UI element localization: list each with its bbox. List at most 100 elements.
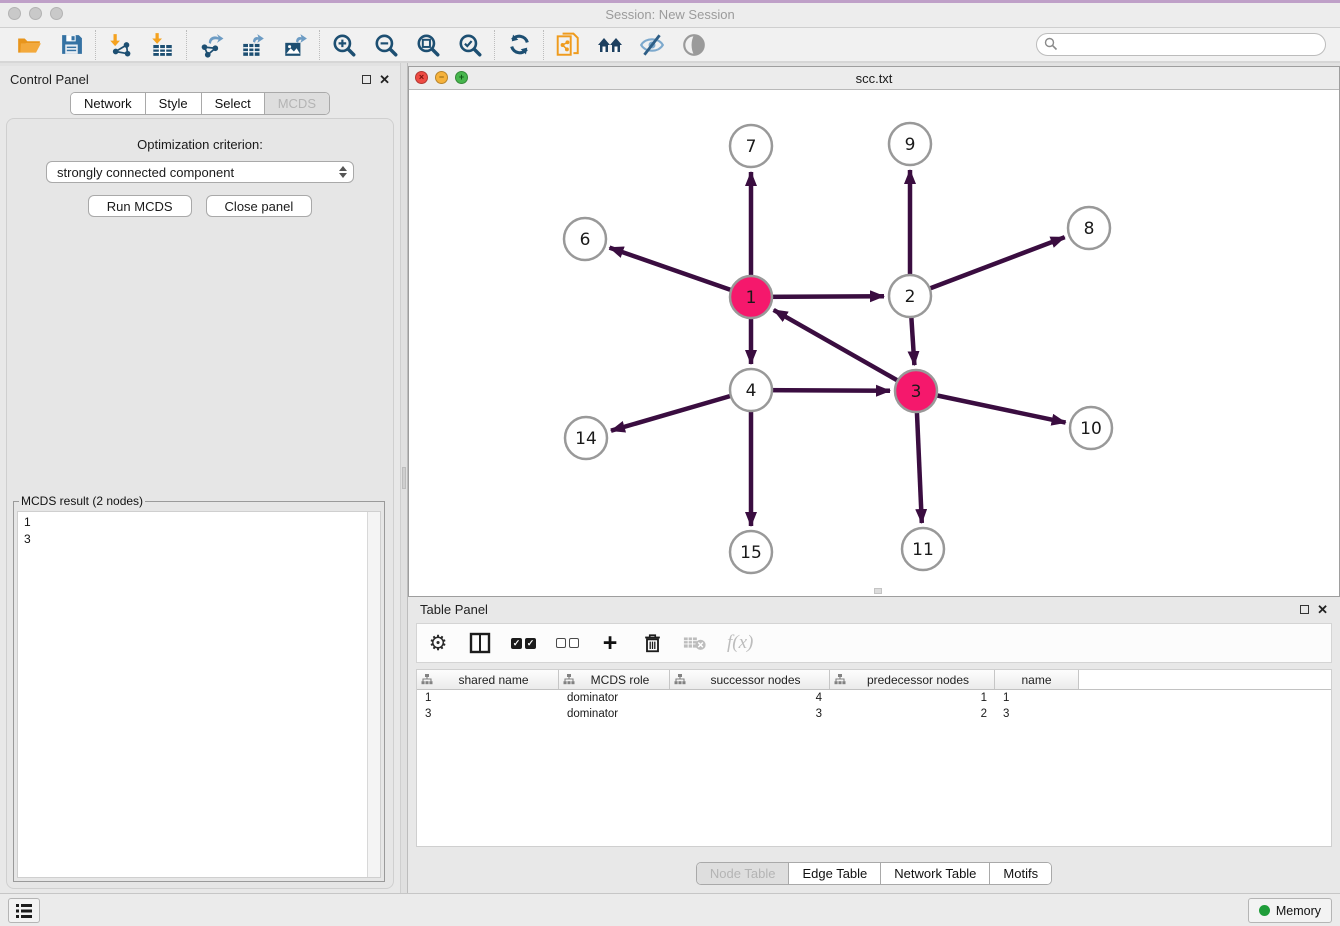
optimization-criterion-dropdown[interactable]: strongly connected component xyxy=(46,161,354,183)
node-label: 15 xyxy=(740,543,762,563)
column-header-label: shared name xyxy=(433,673,554,687)
columns-icon xyxy=(469,632,491,654)
zoom-out-button[interactable] xyxy=(365,30,407,60)
zoom-in-button[interactable] xyxy=(323,30,365,60)
open-session-button[interactable] xyxy=(8,30,50,60)
canvas-grip[interactable] xyxy=(874,588,882,594)
splitter-grip[interactable] xyxy=(402,467,406,489)
table-cell: dominator xyxy=(559,706,670,722)
tab-mcds[interactable]: MCDS xyxy=(264,93,329,114)
export-network-button[interactable] xyxy=(190,30,232,60)
maximize-window-button[interactable] xyxy=(50,7,63,20)
graph-node-2[interactable]: 2 xyxy=(889,275,931,317)
task-history-button[interactable] xyxy=(8,898,40,923)
table-float-icon[interactable] xyxy=(1300,605,1309,614)
checked-box-icon: ✓ xyxy=(525,638,536,649)
delete-column-button[interactable] xyxy=(641,630,663,656)
select-all-columns-button[interactable]: ✓✓ xyxy=(511,630,536,656)
app-titlebar: Session: New Session xyxy=(0,0,1340,28)
graph-node-9[interactable]: 9 xyxy=(889,123,931,165)
task-list-icon xyxy=(15,903,33,919)
minimize-window-button[interactable] xyxy=(29,7,42,20)
gear-icon: ⚙ xyxy=(429,633,448,654)
close-panel-button[interactable]: Close panel xyxy=(206,195,313,217)
column-header-successor-nodes[interactable]: successor nodes xyxy=(670,670,830,689)
add-column-button[interactable]: + xyxy=(599,630,621,656)
table-row[interactable]: 3dominator323 xyxy=(417,706,1331,722)
import-network-button[interactable] xyxy=(99,30,141,60)
show-graphics-details-button[interactable] xyxy=(673,30,715,60)
search-input[interactable] xyxy=(1036,33,1326,56)
table-settings-button[interactable]: ⚙ xyxy=(427,630,449,656)
tab-motifs[interactable]: Motifs xyxy=(989,863,1051,884)
optimization-criterion-label: Optimization criterion: xyxy=(7,137,393,152)
result-scrollbar[interactable] xyxy=(367,512,380,877)
tree-icon xyxy=(674,674,686,685)
control-panel-title: Control Panel xyxy=(10,72,89,87)
graph-node-4[interactable]: 4 xyxy=(730,369,772,411)
network-view-window: × − + scc.txt 7 9 6 8 1 2 4 3 14 10 15 11 xyxy=(408,66,1340,597)
tab-network-table[interactable]: Network Table xyxy=(880,863,989,884)
float-panel-icon[interactable] xyxy=(362,75,371,84)
network-minimize-button[interactable]: − xyxy=(435,71,448,84)
graph-edge-2-8[interactable] xyxy=(910,237,1065,296)
graph-node-11[interactable]: 11 xyxy=(902,528,944,570)
graph-node-7[interactable]: 7 xyxy=(730,125,772,167)
import-table-button[interactable] xyxy=(141,30,183,60)
clone-network-button[interactable] xyxy=(547,30,589,60)
tab-style[interactable]: Style xyxy=(145,93,201,114)
clone-network-icon xyxy=(555,32,581,58)
zoom-selected-button[interactable] xyxy=(449,30,491,60)
graph-node-14[interactable]: 14 xyxy=(565,417,607,459)
close-window-button[interactable] xyxy=(8,7,21,20)
refresh-button[interactable] xyxy=(498,30,540,60)
dropdown-stepper-icon xyxy=(339,166,347,178)
deselect-all-columns-button[interactable] xyxy=(556,630,579,656)
panel-splitter[interactable] xyxy=(400,63,408,893)
tab-network[interactable]: Network xyxy=(71,93,145,114)
table-row[interactable]: 1dominator411 xyxy=(417,690,1331,706)
export-table-button[interactable] xyxy=(232,30,274,60)
node-label: 10 xyxy=(1080,419,1102,439)
network-window-titlebar[interactable]: × − + scc.txt xyxy=(409,67,1339,90)
graph-node-10[interactable]: 10 xyxy=(1070,407,1112,449)
network-canvas[interactable]: 7 9 6 8 1 2 4 3 14 10 15 11 xyxy=(409,90,1339,596)
node-label: 6 xyxy=(580,230,591,250)
save-session-button[interactable] xyxy=(50,30,92,60)
column-header-mcds-role[interactable]: MCDS role xyxy=(559,670,670,689)
hide-graphics-details-button[interactable] xyxy=(631,30,673,60)
export-table-icon xyxy=(240,32,266,58)
graph-edge-1-6[interactable] xyxy=(610,248,752,297)
table-panel-footer: Node TableEdge TableNetwork TableMotifs xyxy=(408,855,1340,893)
export-image-button[interactable] xyxy=(274,30,316,60)
show-columns-button[interactable] xyxy=(469,630,491,656)
graph-edge-3-1[interactable] xyxy=(774,310,916,391)
column-header-shared-name[interactable]: shared name xyxy=(417,670,559,689)
node-label: 2 xyxy=(905,287,916,307)
graph-node-8[interactable]: 8 xyxy=(1068,207,1110,249)
table-close-icon[interactable]: ✕ xyxy=(1317,603,1328,616)
network-close-button[interactable]: × xyxy=(415,71,428,84)
column-header-label: predecessor nodes xyxy=(846,673,990,687)
graph-edge-3-10[interactable] xyxy=(916,391,1066,423)
graph-node-6[interactable]: 6 xyxy=(564,218,606,260)
tab-edge-table[interactable]: Edge Table xyxy=(788,863,880,884)
zoom-fit-button[interactable] xyxy=(407,30,449,60)
memory-status-icon xyxy=(1259,905,1270,916)
dropdown-value: strongly connected component xyxy=(57,165,234,180)
close-panel-icon[interactable]: ✕ xyxy=(379,73,390,86)
tab-select[interactable]: Select xyxy=(201,93,264,114)
mcds-result-area[interactable]: 1 3 xyxy=(17,511,381,878)
memory-button[interactable]: Memory xyxy=(1248,898,1332,923)
column-header-predecessor-nodes[interactable]: predecessor nodes xyxy=(830,670,995,689)
show-all-networks-button[interactable] xyxy=(589,30,631,60)
table-header-row: shared name MCDS rolesuccessor nodes prede… xyxy=(417,670,1331,690)
mcds-result-title: MCDS result (2 nodes) xyxy=(19,494,145,508)
network-zoom-button[interactable]: + xyxy=(455,71,468,84)
tab-node-table[interactable]: Node Table xyxy=(697,863,789,884)
run-mcds-button[interactable]: Run MCDS xyxy=(88,195,192,217)
graph-node-15[interactable]: 15 xyxy=(730,531,772,573)
column-header-name[interactable]: name xyxy=(995,670,1079,689)
graph-node-1[interactable]: 1 xyxy=(730,276,772,318)
graph-node-3[interactable]: 3 xyxy=(895,370,937,412)
